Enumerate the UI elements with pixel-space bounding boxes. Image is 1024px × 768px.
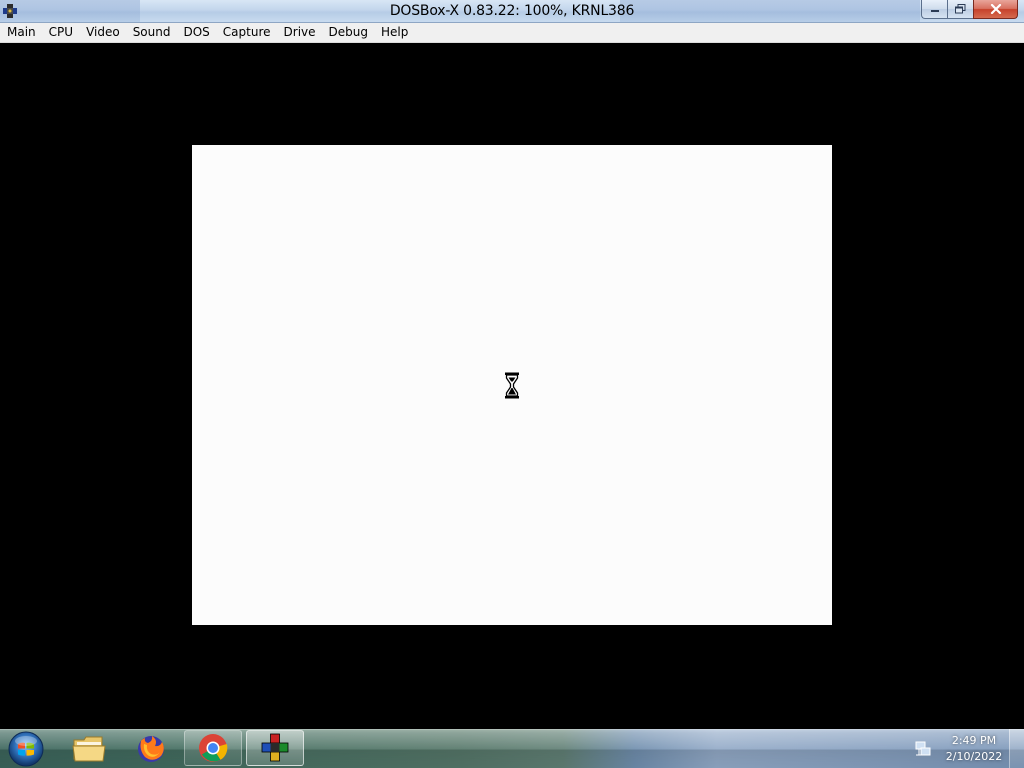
close-button[interactable] [973, 0, 1018, 19]
taskbar-firefox[interactable] [122, 730, 180, 766]
emulator-viewport[interactable] [0, 43, 1024, 729]
show-desktop-button[interactable] [1009, 729, 1024, 768]
firefox-icon [138, 736, 164, 762]
clock-date: 2/10/2022 [945, 749, 1003, 763]
taskbar-chrome[interactable] [184, 730, 242, 766]
dosbox-icon [261, 733, 289, 762]
menu-sound[interactable]: Sound [126, 23, 177, 42]
restore-button[interactable] [947, 0, 973, 19]
hourglass-icon [505, 372, 519, 399]
emulated-screen[interactable] [192, 145, 832, 625]
caption-buttons [921, 0, 1018, 19]
chrome-icon [199, 734, 228, 762]
taskbar-file-explorer[interactable] [60, 730, 118, 766]
title-bar[interactable]: DOSBox-X 0.83.22: 100%, KRNL386 [0, 0, 1024, 23]
menu-dos[interactable]: DOS [176, 23, 215, 42]
menu-debug[interactable]: Debug [322, 23, 374, 42]
menu-drive[interactable]: Drive [277, 23, 322, 42]
system-tray: 2:49 PM 2/10/2022 [914, 729, 1004, 768]
restore-icon [955, 4, 966, 14]
menu-video[interactable]: Video [79, 23, 126, 42]
taskbar-dosbox[interactable] [246, 730, 304, 766]
window-title: DOSBox-X 0.83.22: 100%, KRNL386 [389, 3, 635, 19]
network-icon[interactable] [914, 740, 932, 758]
minimize-icon [930, 10, 939, 12]
menu-help[interactable]: Help [374, 23, 414, 42]
close-icon [990, 4, 1001, 14]
menu-bar: Main CPU Video Sound DOS Capture Drive D… [0, 23, 1024, 43]
desktop: DOSBox-X 0.83.22: 100%, KRNL386 Main CPU… [0, 0, 1024, 768]
file-explorer-icon [72, 736, 106, 762]
tray-clock[interactable]: 2:49 PM 2/10/2022 [944, 733, 1004, 765]
menu-capture[interactable]: Capture [216, 23, 277, 42]
windows-start-icon[interactable] [6, 730, 46, 768]
clock-time: 2:49 PM [951, 733, 997, 747]
menu-main[interactable]: Main [0, 23, 42, 42]
menu-cpu[interactable]: CPU [42, 23, 79, 42]
minimize-button[interactable] [921, 0, 947, 19]
taskbar: 2:49 PM 2/10/2022 [0, 729, 1024, 768]
